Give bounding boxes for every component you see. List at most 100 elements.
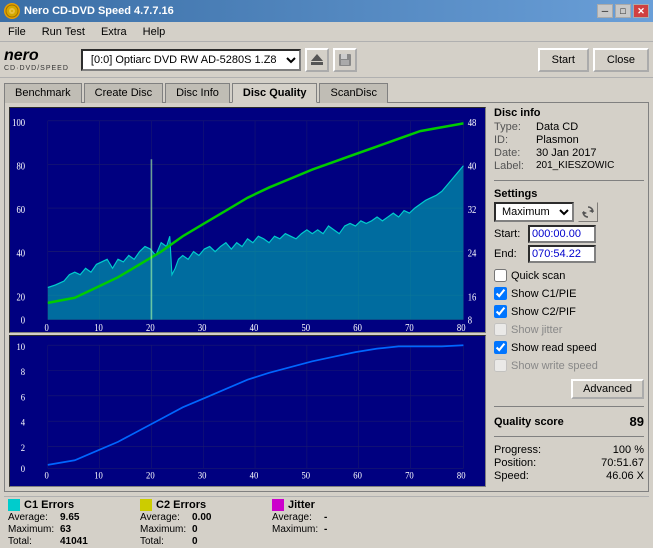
tab-create-disc[interactable]: Create Disc — [84, 83, 163, 103]
legend-c1-header: C1 Errors — [8, 499, 128, 511]
main-content: 100 80 60 40 20 0 48 40 32 24 16 8 0 10 … — [4, 102, 649, 492]
minimize-button[interactable]: ─ — [597, 4, 613, 18]
close-button[interactable]: ✕ — [633, 4, 649, 18]
show-write-speed-label: Show write speed — [511, 360, 598, 372]
svg-text:10: 10 — [16, 342, 25, 352]
legend-c2-avg-label: Average: — [140, 512, 188, 523]
svg-text:50: 50 — [301, 471, 310, 481]
speed-value: 46.06 X — [606, 470, 644, 482]
divider-1 — [494, 180, 644, 181]
disc-info-section: Disc info Type: Data CD ID: Plasmon Date… — [494, 107, 644, 173]
maximize-button[interactable]: □ — [615, 4, 631, 18]
quick-scan-row: Quick scan — [494, 269, 644, 282]
quick-scan-checkbox[interactable] — [494, 269, 507, 282]
start-time-input[interactable] — [528, 225, 596, 243]
svg-text:30: 30 — [198, 324, 207, 333]
legend-c1-avg-label: Average: — [8, 512, 56, 523]
tab-benchmark[interactable]: Benchmark — [4, 83, 82, 103]
progress-section: Progress: 100 % Position: 70:51.67 Speed… — [494, 444, 644, 483]
save-button[interactable] — [333, 48, 357, 72]
svg-text:40: 40 — [250, 324, 259, 333]
settings-section: Settings Maximum Start: End: — [494, 188, 644, 265]
legend-c1-color — [8, 499, 20, 511]
advanced-button[interactable]: Advanced — [571, 379, 644, 399]
svg-text:60: 60 — [353, 324, 362, 333]
show-read-speed-label: Show read speed — [511, 342, 597, 354]
menu-extra[interactable]: Extra — [97, 24, 131, 40]
svg-text:0: 0 — [45, 471, 50, 481]
drive-selector[interactable]: [0:0] Optiarc DVD RW AD-5280S 1.Z8 — [81, 49, 301, 71]
show-write-speed-checkbox — [494, 359, 507, 372]
divider-3 — [494, 436, 644, 437]
menu-file[interactable]: File — [4, 24, 30, 40]
svg-text:10: 10 — [94, 324, 103, 333]
svg-text:10: 10 — [94, 471, 103, 481]
tab-disc-info[interactable]: Disc Info — [165, 83, 230, 103]
end-time-input[interactable] — [528, 245, 596, 263]
quality-row: Quality score 89 — [494, 414, 644, 429]
start-button[interactable]: Start — [538, 48, 589, 72]
svg-text:60: 60 — [16, 206, 25, 217]
show-c2pif-row: Show C2/PIF — [494, 305, 644, 318]
show-c1pie-checkbox[interactable] — [494, 287, 507, 300]
logo-subtitle: CD·DVD/SPEED — [4, 65, 69, 72]
close-app-button[interactable]: Close — [593, 48, 649, 72]
svg-text:40: 40 — [250, 471, 259, 481]
legend-c2-title: C2 Errors — [156, 499, 206, 511]
tab-scan-disc[interactable]: ScanDisc — [319, 83, 387, 103]
menu-run-test[interactable]: Run Test — [38, 24, 89, 40]
svg-text:20: 20 — [146, 324, 155, 333]
legend-c1: C1 Errors Average: 9.65 Maximum: 63 Tota… — [8, 499, 128, 546]
legend-c2-max: Maximum: 0 — [140, 524, 260, 535]
legend-c2-avg-value: 0.00 — [192, 512, 222, 523]
svg-text:8: 8 — [468, 316, 473, 327]
settings-refresh-button[interactable] — [578, 202, 598, 222]
titlebar-left: Nero CD-DVD Speed 4.7.7.16 — [4, 3, 174, 19]
speed-label: Speed: — [494, 470, 529, 482]
disc-date-label: Date: — [494, 147, 532, 159]
legend-c2-total: Total: 0 — [140, 536, 260, 547]
svg-text:20: 20 — [16, 293, 25, 304]
legend-c1-total: Total: 41041 — [8, 536, 128, 547]
quality-value: 89 — [630, 414, 644, 429]
legend-jitter-max: Maximum: - — [272, 524, 392, 535]
svg-text:80: 80 — [457, 471, 466, 481]
show-c1pie-row: Show C1/PIE — [494, 287, 644, 300]
legend-jitter-color — [272, 499, 284, 511]
show-read-speed-checkbox[interactable] — [494, 341, 507, 354]
show-c2pif-checkbox[interactable] — [494, 305, 507, 318]
chart-top: 100 80 60 40 20 0 48 40 32 24 16 8 0 10 … — [9, 107, 486, 333]
menu-help[interactable]: Help — [139, 24, 170, 40]
progress-value: 100 % — [613, 444, 644, 456]
speed-select[interactable]: Maximum — [494, 202, 574, 222]
legend-c2-total-value: 0 — [192, 536, 222, 547]
svg-text:30: 30 — [198, 471, 207, 481]
chart-bottom: 10 8 6 4 2 0 0 10 20 30 40 50 60 70 80 — [9, 335, 486, 487]
disc-label-label: Label: — [494, 160, 532, 172]
speed-row-progress: Speed: 46.06 X — [494, 470, 644, 482]
disc-label-value: 201_KIESZOWIC — [536, 160, 614, 172]
disc-id-label: ID: — [494, 134, 532, 146]
svg-text:60: 60 — [353, 471, 362, 481]
eject-button[interactable] — [305, 48, 329, 72]
legend-c1-max-label: Maximum: — [8, 524, 56, 535]
legend-c2-max-value: 0 — [192, 524, 222, 535]
svg-text:50: 50 — [301, 324, 310, 333]
tabs-bar: Benchmark Create Disc Disc Info Disc Qua… — [0, 78, 653, 102]
legend-jitter-title: Jitter — [288, 499, 315, 511]
progress-row: Progress: 100 % — [494, 444, 644, 456]
legend-jitter-avg-label: Average: — [272, 512, 320, 523]
position-value: 70:51.67 — [601, 457, 644, 469]
app-icon — [4, 3, 20, 19]
logo-nero: nero — [4, 47, 69, 65]
show-jitter-row: Show jitter — [494, 323, 644, 336]
svg-text:48: 48 — [468, 118, 477, 129]
legend-c1-max: Maximum: 63 — [8, 524, 128, 535]
svg-text:80: 80 — [457, 324, 466, 333]
tab-disc-quality[interactable]: Disc Quality — [232, 83, 318, 103]
show-c1pie-label: Show C1/PIE — [511, 288, 576, 300]
legend-c1-avg-value: 9.65 — [60, 512, 90, 523]
disc-id-value: Plasmon — [536, 134, 579, 146]
legend-c2-header: C2 Errors — [140, 499, 260, 511]
disc-info-title: Disc info — [494, 107, 644, 119]
